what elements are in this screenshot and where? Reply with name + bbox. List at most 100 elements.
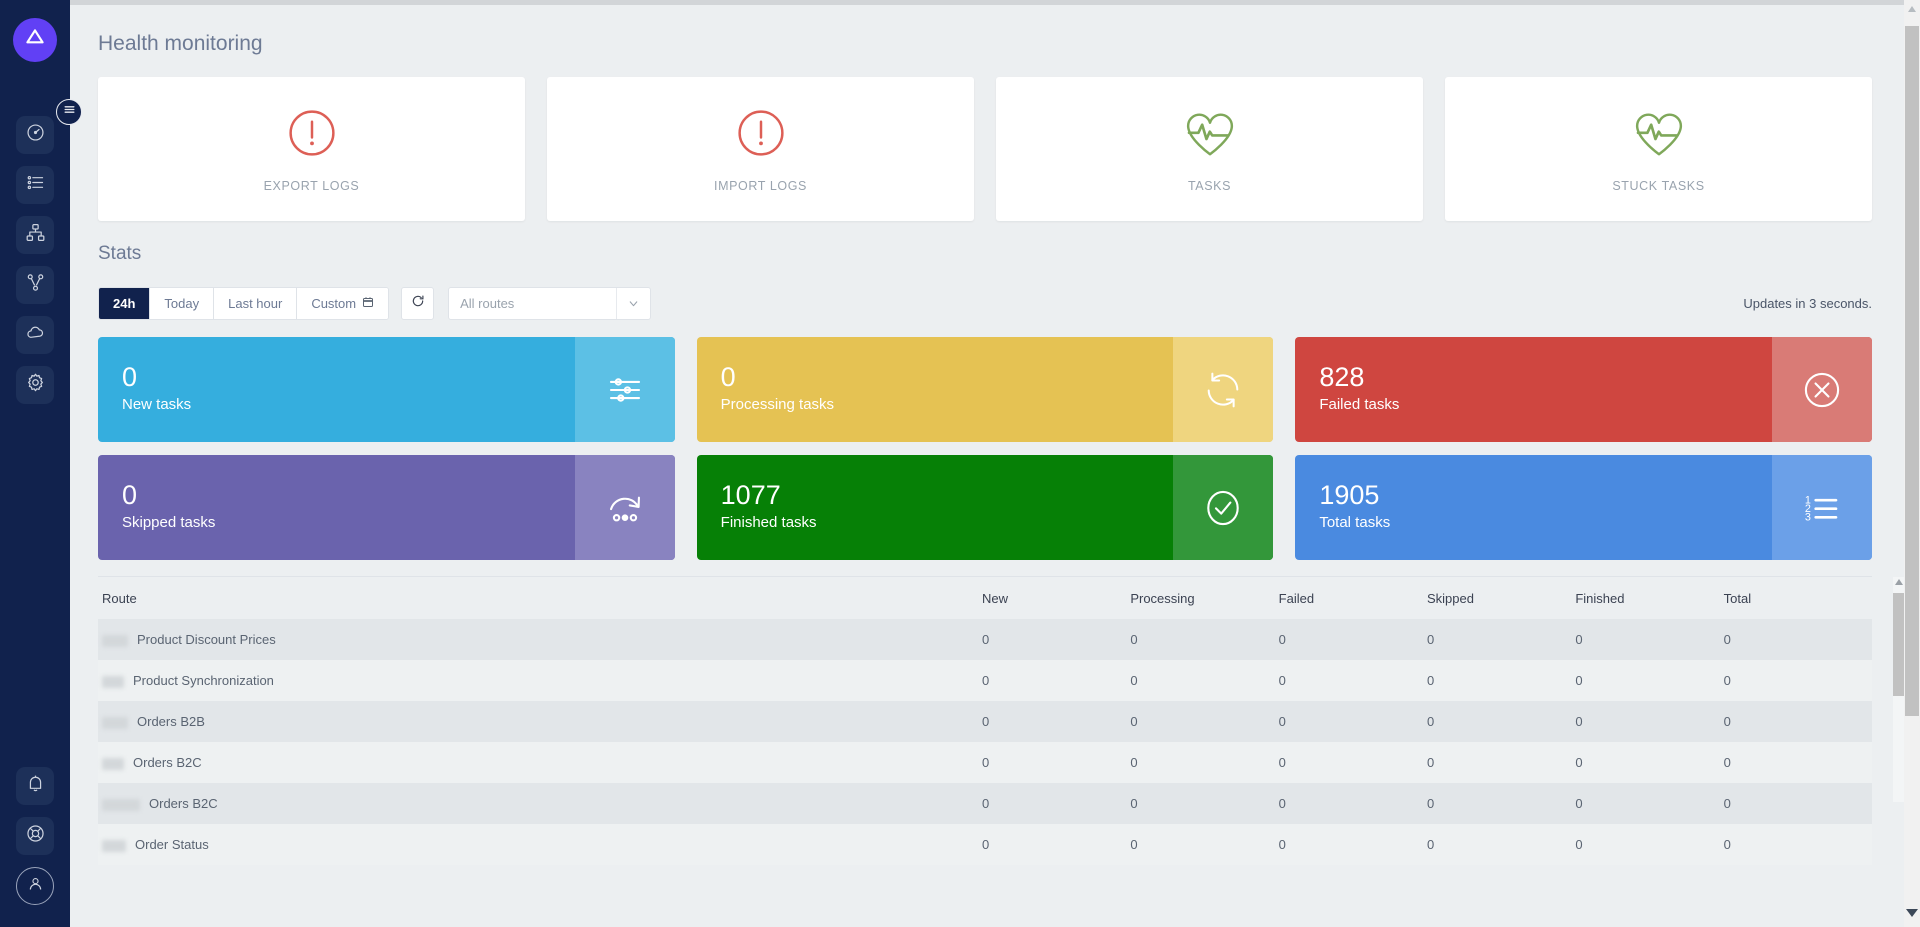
tile-value: 828 <box>1319 362 1365 393</box>
cell-total: 0 <box>1723 837 1731 852</box>
sidebar-toggle-button[interactable] <box>56 99 82 125</box>
redacted-badge <box>102 675 124 688</box>
health-card-import-logs[interactable]: IMPORT LOGS <box>547 77 974 221</box>
bolt-logo-icon <box>22 25 48 56</box>
tile-label: Skipped tasks <box>122 513 216 531</box>
check-circle-icon <box>1173 455 1274 560</box>
tile-value: 0 <box>122 480 138 511</box>
list-icon <box>25 172 46 198</box>
cell-finished: 0 <box>1575 632 1583 647</box>
page-scrollbar[interactable] <box>1904 0 1920 927</box>
health-card-export-logs[interactable]: EXPORT LOGS <box>98 77 525 221</box>
table-row[interactable]: Product Discount Prices 0 0 0 0 0 0 <box>98 619 1872 660</box>
refresh-button[interactable] <box>401 287 435 320</box>
tile-skipped-tasks[interactable]: 0 Skipped tasks <box>98 455 675 560</box>
cell-processing: 0 <box>1130 796 1138 811</box>
column-header-route[interactable]: Route <box>98 577 982 619</box>
tile-new-tasks[interactable]: 0 New tasks <box>98 337 675 442</box>
cell-route: Product Discount Prices <box>98 619 982 660</box>
sitemap-icon <box>25 222 46 248</box>
column-header-skipped[interactable]: Skipped <box>1427 577 1575 619</box>
page-scrollbar-thumb[interactable] <box>1905 26 1919 716</box>
column-header-failed[interactable]: Failed <box>1279 577 1427 619</box>
auto-update-status: Updates in 3 seconds. <box>1743 296 1872 311</box>
sidebar-nav-bottom <box>16 767 54 905</box>
stats-section-title: Stats <box>98 243 142 264</box>
column-header-finished[interactable]: Finished <box>1575 577 1723 619</box>
cell-new: 0 <box>982 632 990 647</box>
sidebar-item-notifications[interactable] <box>16 767 54 805</box>
scroll-up-arrow-icon[interactable] <box>1895 579 1903 585</box>
tile-total-tasks[interactable]: 1905 Total tasks 1 2 3 <box>1295 455 1872 560</box>
column-header-new[interactable]: New <box>982 577 1130 619</box>
filter-today-button[interactable]: Today <box>150 288 215 319</box>
page-scroll-down-arrow-icon[interactable] <box>1906 909 1918 917</box>
health-card-tasks[interactable]: TASKS <box>996 77 1423 221</box>
cell-failed: 0 <box>1278 673 1286 688</box>
alert-circle-icon <box>285 106 339 165</box>
branch-icon <box>25 272 46 298</box>
cell-finished: 0 <box>1575 796 1583 811</box>
route-filter-select[interactable]: All routes <box>448 287 652 320</box>
sidebar-item-cloud[interactable] <box>16 316 54 354</box>
cell-route: Orders B2B <box>98 701 982 742</box>
cell-failed: 0 <box>1278 837 1286 852</box>
routes-table-head: Route New Processing Failed Skipped Fini… <box>98 577 1872 619</box>
table-row[interactable]: Orders B2C 0 0 0 0 0 0 <box>98 742 1872 783</box>
sidebar-item-flows[interactable] <box>16 266 54 304</box>
tile-failed-tasks[interactable]: 828 Failed tasks <box>1295 337 1872 442</box>
route-name: Product Synchronization <box>133 673 274 688</box>
cell-total: 0 <box>1723 673 1731 688</box>
cell-total: 0 <box>1723 796 1731 811</box>
cell-route: Orders B2C <box>98 783 982 824</box>
table-row[interactable]: Product Synchronization 0 0 0 0 0 0 <box>98 660 1872 701</box>
filter-custom-button[interactable]: Custom <box>297 288 389 319</box>
table-header-row: Route New Processing Failed Skipped Fini… <box>98 577 1872 619</box>
sidebar-item-settings[interactable] <box>16 366 54 404</box>
cell-processing: 0 <box>1130 714 1138 729</box>
tile-value: 0 <box>122 362 138 393</box>
page-title: Health monitoring <box>98 32 263 55</box>
app-logo[interactable] <box>13 18 57 62</box>
tile-body: 0 Skipped tasks <box>98 455 575 560</box>
page-scroll-up-arrow-icon[interactable] <box>1908 6 1916 12</box>
column-header-processing[interactable]: Processing <box>1130 577 1278 619</box>
cell-skipped: 0 <box>1426 796 1435 811</box>
route-name: Orders B2B <box>137 714 205 729</box>
numbered-list-icon: 1 2 3 <box>1772 455 1872 560</box>
table-row[interactable]: Order Status 0 0 0 0 0 0 <box>98 824 1872 865</box>
sidebar-item-routes[interactable] <box>16 216 54 254</box>
tile-processing-tasks[interactable]: 0 Processing tasks <box>696 337 1274 442</box>
sidebar-item-help[interactable] <box>16 817 54 855</box>
bell-icon <box>25 773 46 799</box>
health-card-stuck-tasks[interactable]: STUCK TASKS <box>1445 77 1872 221</box>
cell-failed: 0 <box>1278 755 1286 770</box>
sync-arrows-icon <box>1173 337 1274 442</box>
sidebar-item-logs[interactable] <box>16 166 54 204</box>
dashboard-gauge-icon <box>25 122 46 148</box>
chevron-down-icon[interactable] <box>617 297 650 310</box>
cell-new: 0 <box>982 714 990 729</box>
sliders-icon <box>574 337 675 442</box>
table-row[interactable]: Orders B2C 0 0 0 0 0 0 <box>98 783 1872 824</box>
alert-circle-icon <box>734 106 788 165</box>
cell-new: 0 <box>982 796 990 811</box>
tile-label: Processing tasks <box>720 395 835 413</box>
filter-last-hour-button[interactable]: Last hour <box>214 288 298 319</box>
tile-body: 828 Failed tasks <box>1295 337 1772 442</box>
column-header-total[interactable]: Total <box>1724 577 1872 619</box>
sidebar-item-dashboard[interactable] <box>16 116 54 154</box>
cell-total: 0 <box>1723 714 1731 729</box>
close-circle-icon <box>1772 337 1872 442</box>
sidebar-item-account[interactable] <box>16 867 54 905</box>
tile-body: 1077 Finished tasks <box>697 455 1174 560</box>
tile-finished-tasks[interactable]: 1077 Finished tasks <box>696 455 1274 560</box>
tile-label: Finished tasks <box>720 513 817 531</box>
filter-24h-button[interactable]: 24h <box>99 288 151 319</box>
table-row[interactable]: Orders B2B 0 0 0 0 0 0 <box>98 701 1872 742</box>
redacted-badge <box>102 716 128 729</box>
cell-new: 0 <box>982 673 990 688</box>
cell-route: Orders B2C <box>98 742 982 783</box>
routes-table-wrapper: Route New Processing Failed Skipped Fini… <box>98 576 1906 865</box>
route-name: Orders B2C <box>133 755 202 770</box>
